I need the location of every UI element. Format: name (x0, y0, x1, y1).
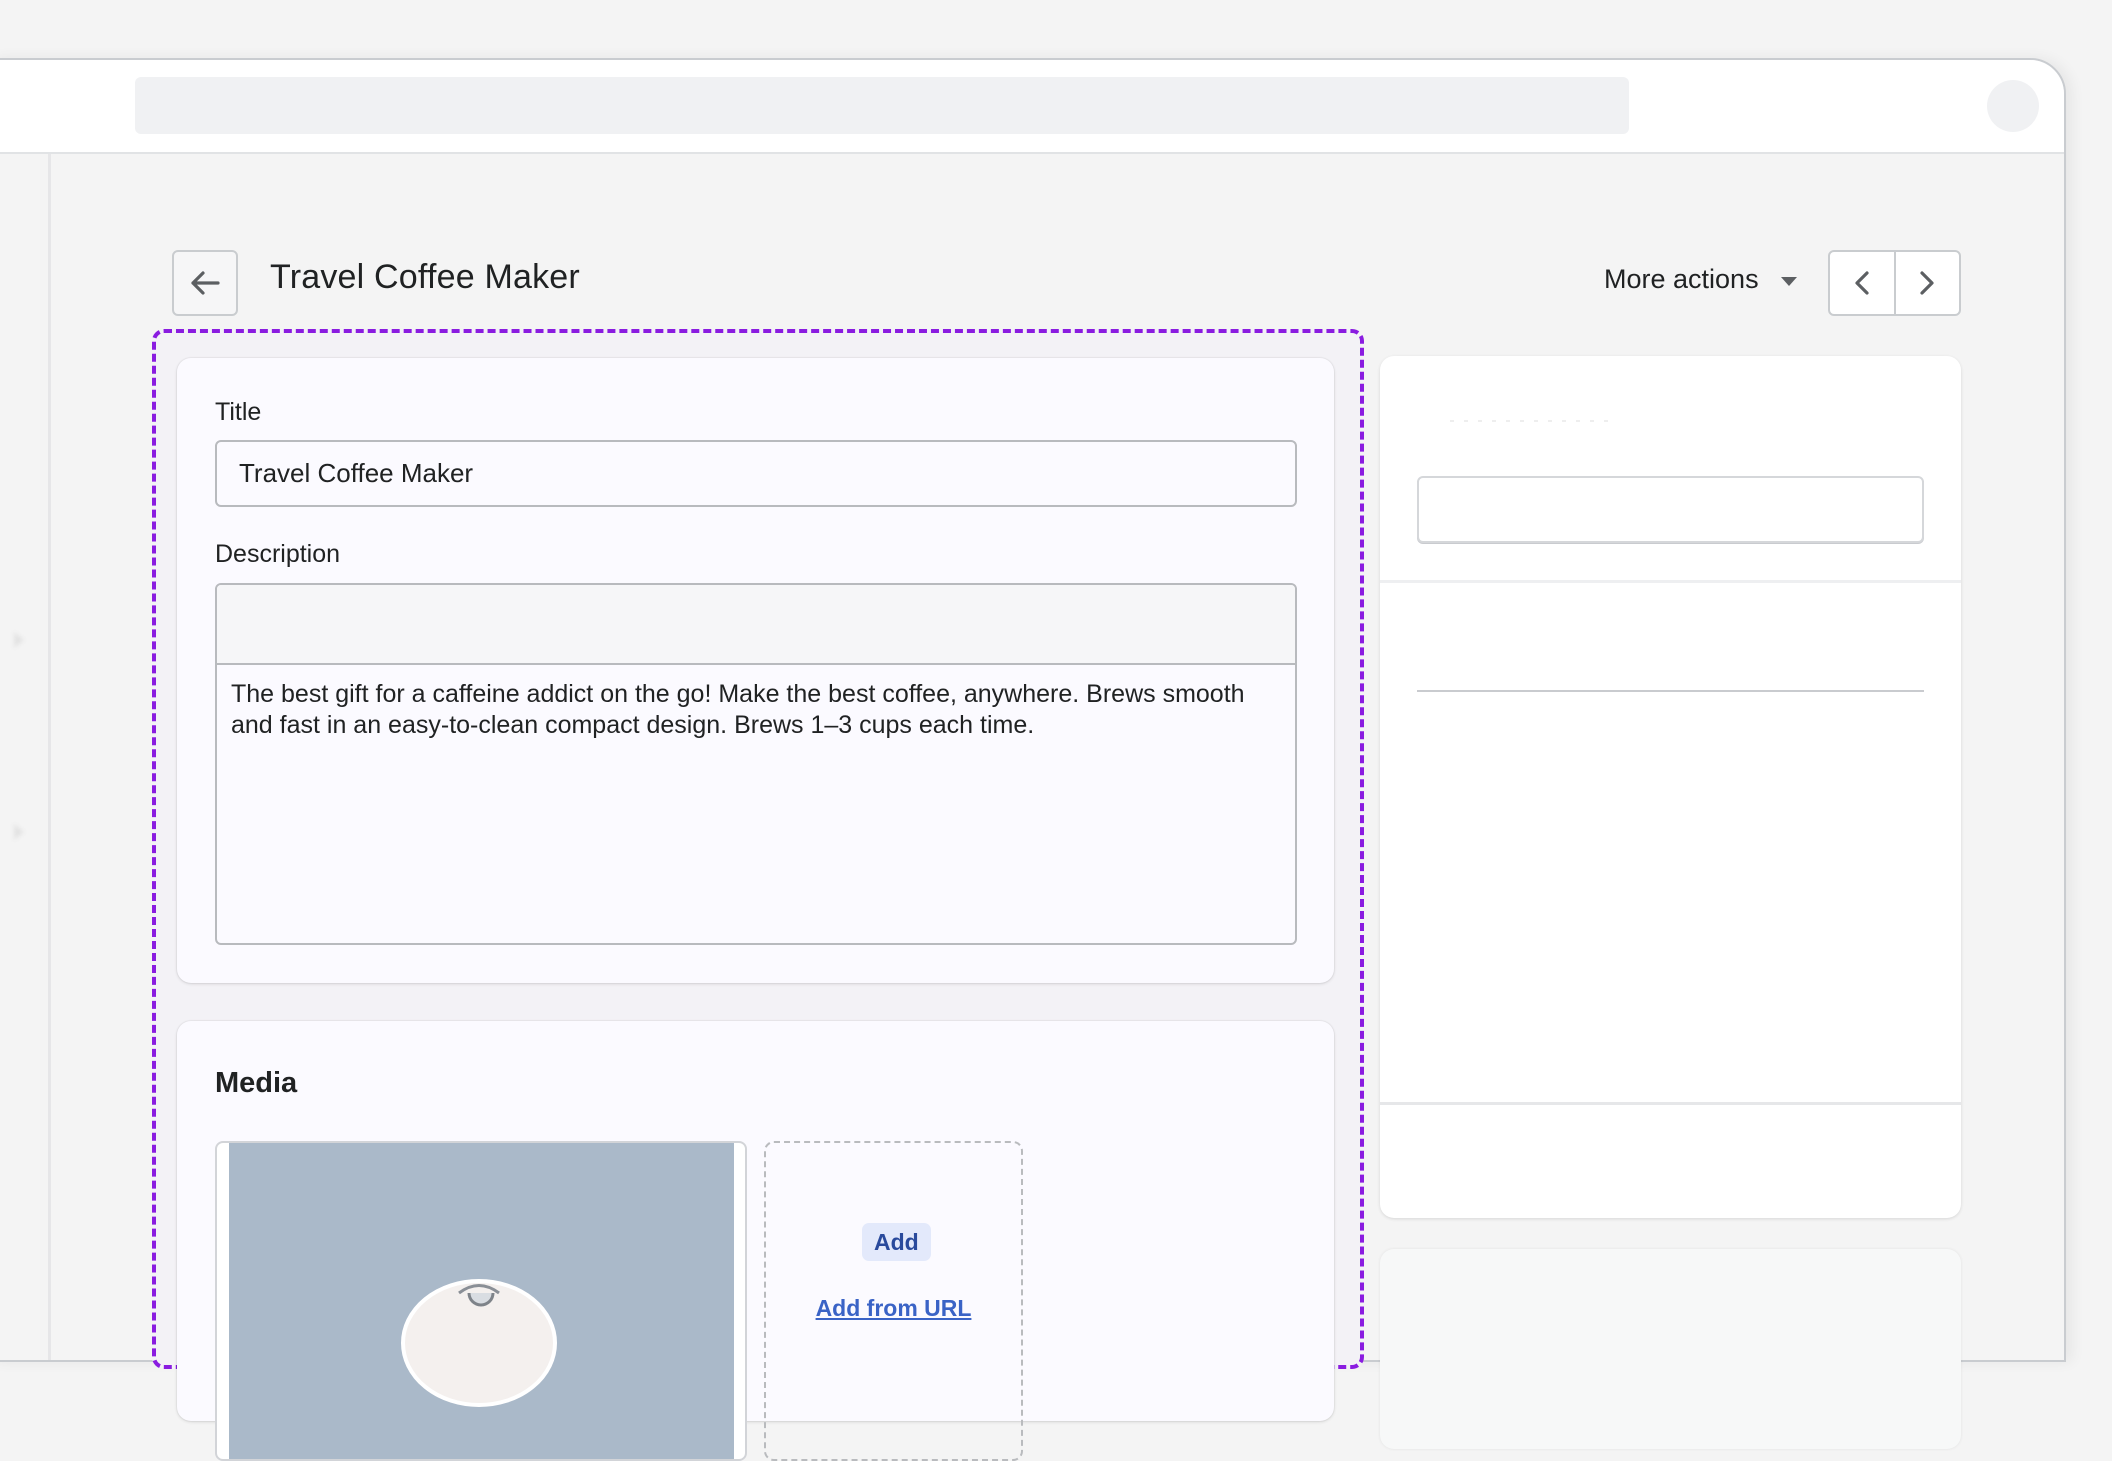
previous-product-button[interactable] (1830, 252, 1894, 314)
title-label: Title (215, 398, 262, 426)
media-dropzone[interactable]: Add Add from URL (764, 1141, 1023, 1461)
page-title: Travel Coffee Maker (270, 258, 580, 296)
chevron-right-icon (1920, 271, 1934, 295)
media-heading: Media (215, 1067, 298, 1099)
side-panel-field-line (1417, 690, 1924, 692)
media-card: Media Add Add from URL (177, 1021, 1334, 1461)
chevron-left-icon (1855, 271, 1869, 295)
top-bar (0, 60, 2064, 154)
more-actions-button[interactable]: More actions (1604, 264, 1797, 295)
product-image (229, 1143, 734, 1459)
side-panel-card-secondary (1380, 1249, 1961, 1449)
user-avatar[interactable] (1987, 80, 2039, 132)
back-button[interactable] (172, 250, 238, 316)
description-label: Description (215, 540, 341, 568)
more-actions-label: More actions (1604, 264, 1759, 294)
product-details-card: Title Travel Coffee Maker Description Th… (177, 358, 1334, 983)
sidebar-expand-icon[interactable] (14, 632, 24, 648)
arrow-left-icon (191, 271, 220, 295)
description-textarea[interactable]: The best gift for a caffeine addict on t… (217, 665, 1295, 755)
description-editor[interactable]: The best gift for a caffeine addict on t… (215, 583, 1297, 945)
sidebar-divider (48, 154, 51, 1360)
side-panel-input[interactable] (1417, 476, 1924, 543)
caret-down-icon (1780, 277, 1797, 286)
product-pagination (1828, 250, 1961, 316)
section-divider (1380, 580, 1961, 583)
title-input[interactable]: Travel Coffee Maker (215, 440, 1297, 507)
rich-text-toolbar (217, 585, 1295, 665)
side-panel-heading-placeholder (1450, 420, 1610, 422)
side-panel-card (1380, 356, 1961, 1218)
next-product-button[interactable] (1893, 252, 1960, 314)
add-media-button[interactable]: Add (862, 1223, 931, 1261)
search-bar[interactable] (135, 77, 1629, 134)
sidebar-expand-icon[interactable] (14, 824, 24, 840)
section-divider (1380, 1102, 1961, 1105)
add-from-url-link[interactable]: Add from URL (766, 1295, 1021, 1322)
coffee-maker-illustration (401, 1279, 557, 1407)
media-thumbnail[interactable] (215, 1141, 747, 1461)
